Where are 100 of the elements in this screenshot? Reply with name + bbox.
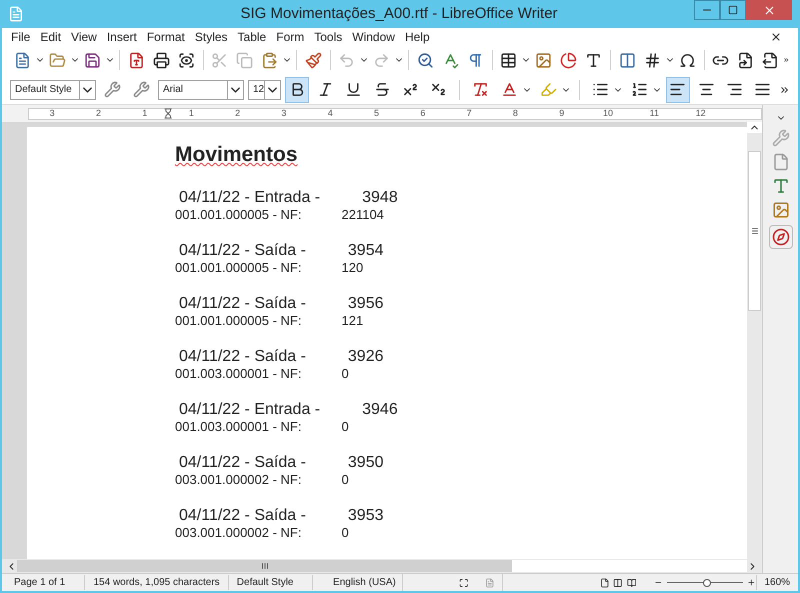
find-replace-icon <box>416 52 434 68</box>
maximize-button[interactable] <box>720 0 746 20</box>
vertical-scrollbar[interactable] <box>747 122 762 559</box>
combo-box[interactable]: 12 <box>248 80 282 100</box>
menu-item[interactable]: Table <box>232 28 272 46</box>
justify-icon <box>754 81 772 98</box>
ruler-number: 7 <box>466 106 473 120</box>
nf-number: 0 <box>341 525 349 540</box>
single-page-view-icon[interactable] <box>600 578 610 588</box>
close-icon <box>762 4 776 16</box>
subscript-icon <box>430 81 448 98</box>
zoom-slider-thumb[interactable] <box>703 578 712 586</box>
language: English (USA) <box>312 575 402 590</box>
ruler-number: 8 <box>512 106 519 120</box>
combo-box[interactable]: Arial <box>158 80 244 100</box>
numbering-icon <box>630 81 648 98</box>
ruler-number: 1 <box>141 106 148 120</box>
ruler[interactable]: 3 2 1 1 2 3 4 5 6 7 8 9 10 11 12 <box>28 108 762 120</box>
menu-item[interactable]: Form <box>271 28 310 46</box>
styles-icon[interactable] <box>772 177 790 195</box>
combo-box[interactable]: Default Style <box>10 80 96 100</box>
entry-title: 04/11/22 - Saída - <box>179 294 306 313</box>
ruler-number: 11 <box>648 106 660 120</box>
bold-button[interactable] <box>285 76 310 102</box>
menu-item[interactable]: View <box>66 28 102 46</box>
page-count: Page 1 of 1 <box>13 576 66 590</box>
text-box-icon <box>585 52 602 68</box>
menu-item[interactable]: Edit <box>35 28 66 46</box>
ruler-number: 1 <box>188 106 195 120</box>
open-icon <box>49 52 66 68</box>
entry-code: 001.001.000005 - NF: <box>175 260 302 275</box>
insert-chart-icon <box>560 52 578 68</box>
zoom-slider[interactable] <box>666 578 743 588</box>
clear-formatting-icon <box>472 81 489 98</box>
ruler-number: 2 <box>234 106 242 120</box>
print-preview-icon <box>178 52 195 68</box>
menu-item[interactable]: Help <box>400 28 435 46</box>
document-heading: Movimentos <box>175 142 298 168</box>
nf-number: 121 <box>341 313 364 328</box>
dropdown-arrow-icon[interactable] <box>226 80 243 98</box>
multi-page-view-icon[interactable] <box>613 578 623 588</box>
entry-number: 3926 <box>348 347 384 366</box>
entry-title: 04/11/22 - Entrada - <box>179 400 320 419</box>
navigator-icon[interactable] <box>768 225 792 249</box>
nf-number: 0 <box>341 472 349 487</box>
scroll-thumb[interactable] <box>17 560 512 572</box>
align-left-button[interactable] <box>666 76 690 102</box>
ruler-number: 5 <box>373 106 380 120</box>
special-character-icon <box>678 52 696 68</box>
book-view-icon[interactable] <box>626 578 636 588</box>
entry-title: 04/11/22 - Saída - <box>179 347 306 366</box>
ruler-number: 9 <box>558 106 566 120</box>
paste-icon <box>261 52 278 68</box>
ruler-number: 3 <box>48 106 56 120</box>
zoom-percent: 160% <box>756 575 798 590</box>
scroll-thumb[interactable] <box>748 151 761 311</box>
nf-number: 0 <box>341 366 349 381</box>
entry-number: 3946 <box>362 400 398 419</box>
superscript-icon <box>402 81 419 98</box>
menu-item[interactable]: Window <box>347 28 400 46</box>
close-button[interactable] <box>746 0 792 20</box>
close-document-icon[interactable] <box>770 30 782 42</box>
word-count: 154 words, 1,095 characters <box>84 575 228 590</box>
menu-item[interactable]: Tools <box>309 28 348 46</box>
highlight-icon <box>540 81 557 98</box>
entry-code: 001.001.000005 - NF: <box>175 207 302 222</box>
entry-code: 001.001.000005 - NF: <box>175 313 302 328</box>
menu-item[interactable]: Styles <box>190 28 233 46</box>
insert-field-icon <box>644 52 661 68</box>
nf-number: 120 <box>341 260 364 275</box>
print-icon <box>152 52 170 68</box>
undo-icon <box>338 52 356 68</box>
ruler-number: 10 <box>602 106 614 120</box>
insert-image-icon <box>535 52 552 68</box>
nf-number: 0 <box>341 419 349 434</box>
ruler-number: 3 <box>280 106 288 120</box>
entry-number: 3953 <box>348 506 384 525</box>
menu-item[interactable]: Format <box>142 28 190 46</box>
entry-number: 3956 <box>348 294 384 313</box>
entry-code: 001.003.000001 - NF: <box>175 419 302 434</box>
page-style: Default Style <box>228 575 312 590</box>
insert-table-icon <box>500 52 518 68</box>
dropdown-arrow-icon[interactable] <box>78 80 95 98</box>
grip-icon <box>260 562 268 570</box>
ruler-number: 2 <box>94 106 102 120</box>
entry-number: 3950 <box>348 453 384 472</box>
zoom-in-icon[interactable] <box>746 578 756 587</box>
scroll-up-icon[interactable] <box>747 122 762 133</box>
gallery-icon[interactable] <box>772 201 790 219</box>
app-icon <box>8 6 24 22</box>
combo-value: 12 <box>252 83 264 97</box>
selection-mode-icon[interactable] <box>459 578 469 588</box>
menu-item[interactable]: File <box>6 28 36 46</box>
font-color-icon <box>500 81 518 98</box>
align-left-icon <box>669 81 686 98</box>
horizontal-scrollbar[interactable] <box>2 559 762 573</box>
entry-number: 3948 <box>362 188 398 207</box>
cut-icon <box>211 52 228 68</box>
menu-item[interactable]: Insert <box>102 28 142 46</box>
align-right-icon <box>726 81 743 98</box>
